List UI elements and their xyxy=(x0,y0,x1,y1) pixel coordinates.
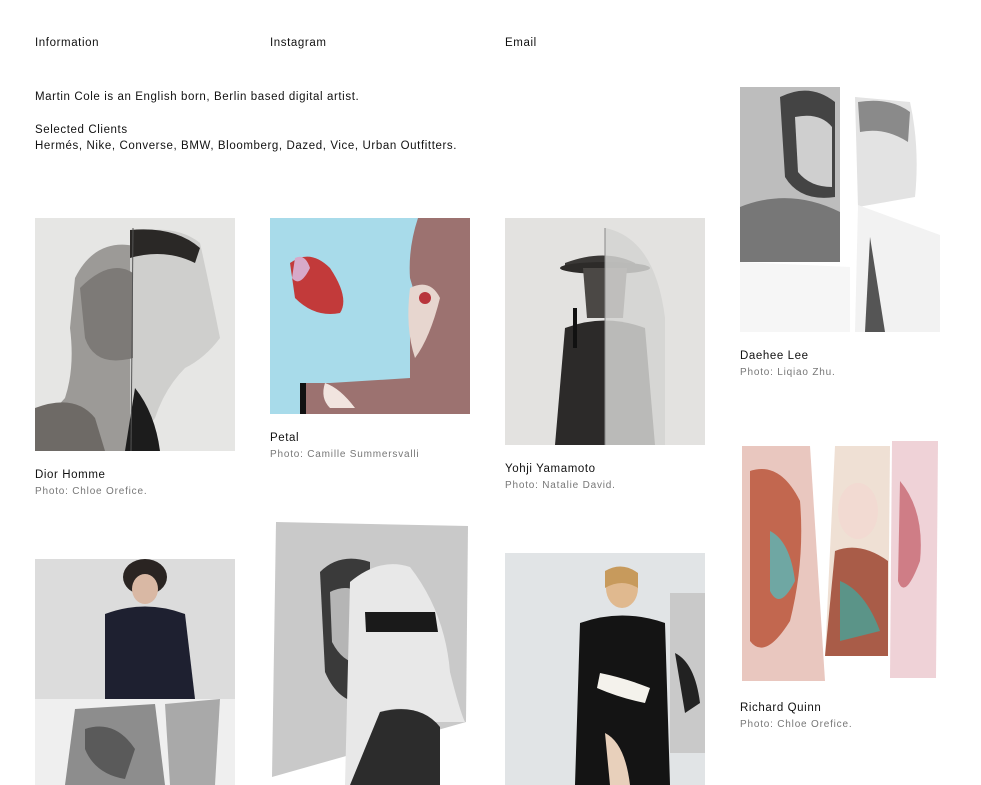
project-credit-petal: Photo: Camille Summersvalli xyxy=(270,449,420,460)
project-thumbnail-sunglasses-profile[interactable] xyxy=(270,522,470,785)
nav-information-link[interactable]: Information xyxy=(35,37,99,49)
project-title-dior-homme[interactable]: Dior Homme xyxy=(35,469,106,481)
project-credit-daehee-lee: Photo: Liqiao Zhu. xyxy=(740,367,836,378)
project-credit-dior-homme: Photo: Chloe Orefice. xyxy=(35,486,148,497)
collage-torn-portrait-image xyxy=(740,87,940,332)
collage-sunglasses-profile-image xyxy=(270,522,470,785)
collage-portrait-profile-image xyxy=(35,218,235,451)
project-thumbnail-dior-homme[interactable] xyxy=(35,218,235,451)
nav-email-link[interactable]: Email xyxy=(505,37,537,49)
project-thumbnail-yohji-yamamoto[interactable] xyxy=(505,218,705,445)
project-title-richard-quinn[interactable]: Richard Quinn xyxy=(740,702,821,714)
nav-instagram-link[interactable]: Instagram xyxy=(270,37,327,49)
project-thumbnail-daehee-lee[interactable] xyxy=(740,87,940,332)
project-title-daehee-lee[interactable]: Daehee Lee xyxy=(740,350,809,362)
collage-hat-portrait-image xyxy=(505,218,705,445)
collage-blazer-seated-image xyxy=(35,559,235,785)
collage-black-coat-image xyxy=(505,553,705,785)
project-title-petal[interactable]: Petal xyxy=(270,432,299,444)
project-thumbnail-black-coat[interactable] xyxy=(505,553,705,785)
project-thumbnail-richard-quinn[interactable] xyxy=(740,441,940,681)
bio-text: Martin Cole is an English born, Berlin b… xyxy=(35,91,360,103)
project-credit-richard-quinn: Photo: Chloe Orefice. xyxy=(740,719,853,730)
project-credit-yohji-yamamoto: Photo: Natalie David. xyxy=(505,480,616,491)
project-title-yohji-yamamoto[interactable]: Yohji Yamamoto xyxy=(505,463,596,475)
project-thumbnail-petal[interactable] xyxy=(270,218,470,414)
clients-heading: Selected Clients xyxy=(35,124,128,136)
collage-floral-strips-image xyxy=(740,441,940,681)
clients-list: Hermés, Nike, Converse, BMW, Bloomberg, … xyxy=(35,140,458,152)
intro-section: Martin Cole is an English born, Berlin b… xyxy=(35,89,457,154)
project-thumbnail-blazer-seated[interactable] xyxy=(35,559,235,785)
collage-flower-blue-image xyxy=(270,218,470,414)
